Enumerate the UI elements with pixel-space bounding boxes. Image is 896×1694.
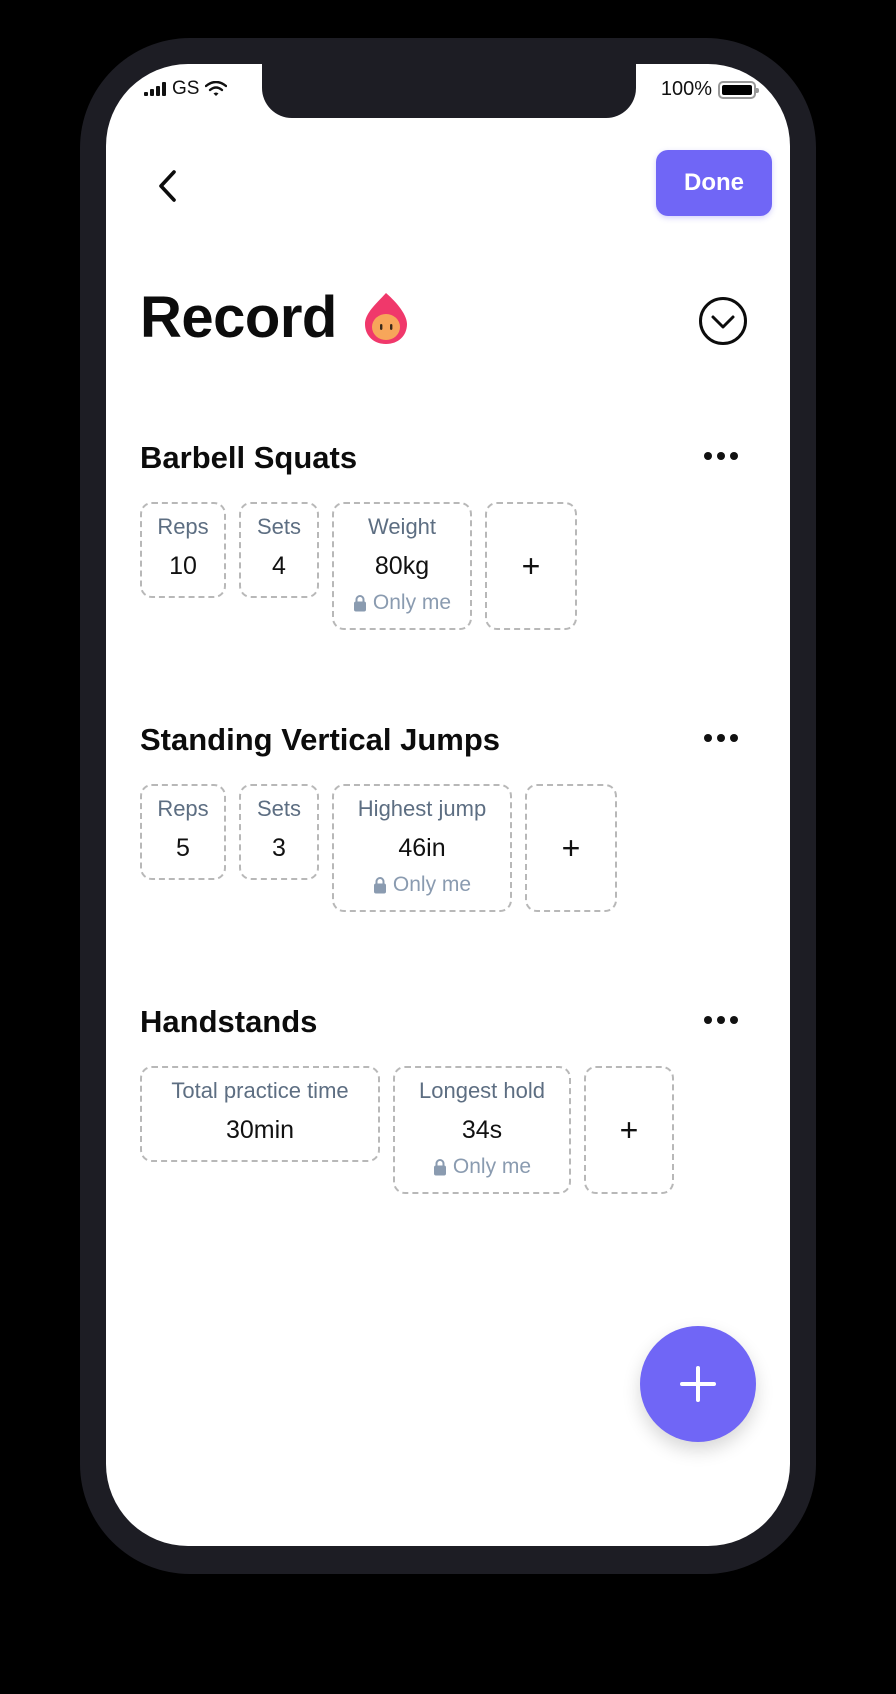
metric-card-sets[interactable]: Sets 3 xyxy=(239,784,319,880)
wifi-icon xyxy=(205,81,228,96)
add-metric-button[interactable]: + xyxy=(525,784,617,912)
metric-value: 46in xyxy=(398,834,446,862)
metric-card-highest-jump[interactable]: Highest jump 46in Only me xyxy=(332,784,512,912)
more-options-button[interactable] xyxy=(700,730,742,746)
flame-character-icon xyxy=(364,292,407,344)
metric-cards: Reps 5 Sets 3 Highest jump 46in Only me … xyxy=(140,784,617,912)
more-options-button[interactable] xyxy=(700,1012,742,1028)
exercise-title: Barbell Squats xyxy=(140,440,358,475)
metric-card-total-practice-time[interactable]: Total practice time 30min xyxy=(140,1066,380,1162)
more-dot xyxy=(717,452,725,460)
app-screen: GS 100% Done Record Barbell Squats Reps … xyxy=(106,64,790,1546)
page-title: Record xyxy=(140,285,337,350)
status-bar-left: GS xyxy=(144,78,228,100)
metric-label: Weight xyxy=(367,514,437,539)
carrier-label: GS xyxy=(172,78,200,99)
privacy-label: Only me xyxy=(452,1155,532,1178)
lock-icon xyxy=(353,595,366,612)
back-button[interactable] xyxy=(148,164,188,208)
exercise-title: Standing Vertical Jumps xyxy=(140,722,501,757)
metric-card-weight[interactable]: Weight 80kg Only me xyxy=(332,502,472,630)
metric-cards: Reps 10 Sets 4 Weight 80kg Only me + xyxy=(140,502,577,630)
more-dot xyxy=(717,1016,725,1024)
privacy-badge: Only me xyxy=(353,591,451,615)
metric-value: 30min xyxy=(225,1116,295,1144)
notch xyxy=(262,64,636,118)
more-options-button[interactable] xyxy=(700,448,742,464)
metric-label: Reps xyxy=(157,796,209,821)
metric-label: Reps xyxy=(157,514,209,539)
lock-icon xyxy=(373,877,386,894)
status-bar-right: 100% xyxy=(660,78,759,101)
battery-percent: 100% xyxy=(660,78,712,100)
chevron-down-circle-icon xyxy=(699,297,747,345)
plus-icon: + xyxy=(619,1112,639,1148)
metric-label: Highest jump xyxy=(357,796,487,821)
more-dot xyxy=(704,452,712,460)
metric-value: 4 xyxy=(272,552,286,580)
plus-icon: + xyxy=(561,830,581,866)
metric-card-reps[interactable]: Reps 10 xyxy=(140,502,226,598)
metric-value: 10 xyxy=(169,552,197,580)
privacy-badge: Only me xyxy=(433,1155,531,1179)
more-dot xyxy=(730,734,738,742)
metric-label: Longest hold xyxy=(419,1078,545,1103)
plus-icon xyxy=(680,1366,716,1402)
lock-icon xyxy=(433,1159,446,1176)
metric-value: 34s xyxy=(461,1116,503,1144)
more-dot xyxy=(717,734,725,742)
privacy-label: Only me xyxy=(372,591,452,614)
metric-value: 80kg xyxy=(374,552,430,580)
metric-card-sets[interactable]: Sets 4 xyxy=(239,502,319,598)
metric-label: Total practice time xyxy=(171,1078,349,1103)
metric-card-reps[interactable]: Reps 5 xyxy=(140,784,226,880)
add-metric-button[interactable]: + xyxy=(584,1066,674,1194)
signal-icon xyxy=(144,82,166,96)
page-header: Record xyxy=(140,284,409,351)
metric-value: 5 xyxy=(176,834,190,862)
exercise-title: Handstands xyxy=(140,1004,318,1039)
more-dot xyxy=(704,1016,712,1024)
chevron-left-icon xyxy=(159,170,176,202)
privacy-label: Only me xyxy=(392,873,472,896)
metric-label: Sets xyxy=(256,796,302,821)
collapse-button[interactable] xyxy=(698,296,748,346)
metric-card-longest-hold[interactable]: Longest hold 34s Only me xyxy=(393,1066,571,1194)
add-exercise-fab[interactable] xyxy=(640,1326,756,1442)
battery-icon xyxy=(718,80,759,99)
add-metric-button[interactable]: + xyxy=(485,502,577,630)
metric-label: Sets xyxy=(256,514,302,539)
plus-icon: + xyxy=(521,548,541,584)
more-dot xyxy=(730,452,738,460)
metric-cards: Total practice time 30min Longest hold 3… xyxy=(140,1066,674,1194)
more-dot xyxy=(704,734,712,742)
privacy-badge: Only me xyxy=(373,873,471,897)
more-dot xyxy=(730,1016,738,1024)
done-button[interactable]: Done xyxy=(656,150,772,216)
metric-value: 3 xyxy=(272,834,286,862)
